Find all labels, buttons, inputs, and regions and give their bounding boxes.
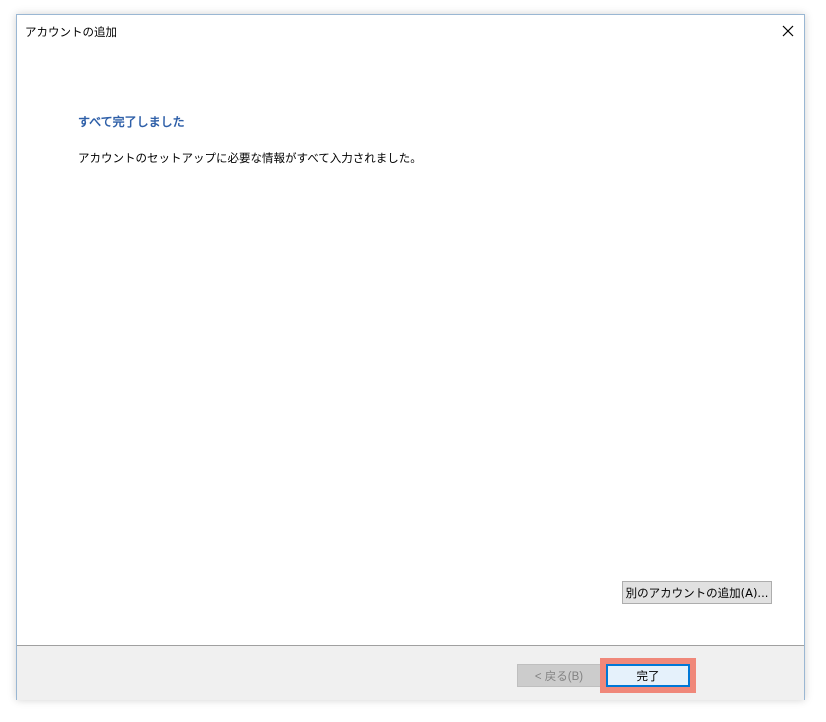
add-another-account-button[interactable]: 別のアカウントの追加(A)... — [622, 581, 772, 604]
title-bar: アカウントの追加 — [17, 15, 804, 46]
completion-heading: すべて完了しました — [78, 115, 185, 129]
back-button[interactable]: < 戻る(B) — [517, 664, 601, 687]
add-account-dialog: アカウントの追加 すべて完了しました アカウントのセットアップに必要な情報がすべ… — [16, 14, 805, 700]
finish-button[interactable]: 完了 — [606, 664, 690, 687]
dialog-footer: < 戻る(B) 完了 — [17, 645, 804, 700]
dialog-content: すべて完了しました アカウントのセットアップに必要な情報がすべて入力されました。… — [17, 46, 804, 644]
completion-message: アカウントのセットアップに必要な情報がすべて入力されました。 — [78, 151, 422, 165]
window-title: アカウントの追加 — [25, 25, 117, 39]
close-button[interactable] — [772, 15, 804, 46]
finish-highlight: 完了 — [600, 658, 696, 693]
close-icon — [782, 25, 794, 36]
